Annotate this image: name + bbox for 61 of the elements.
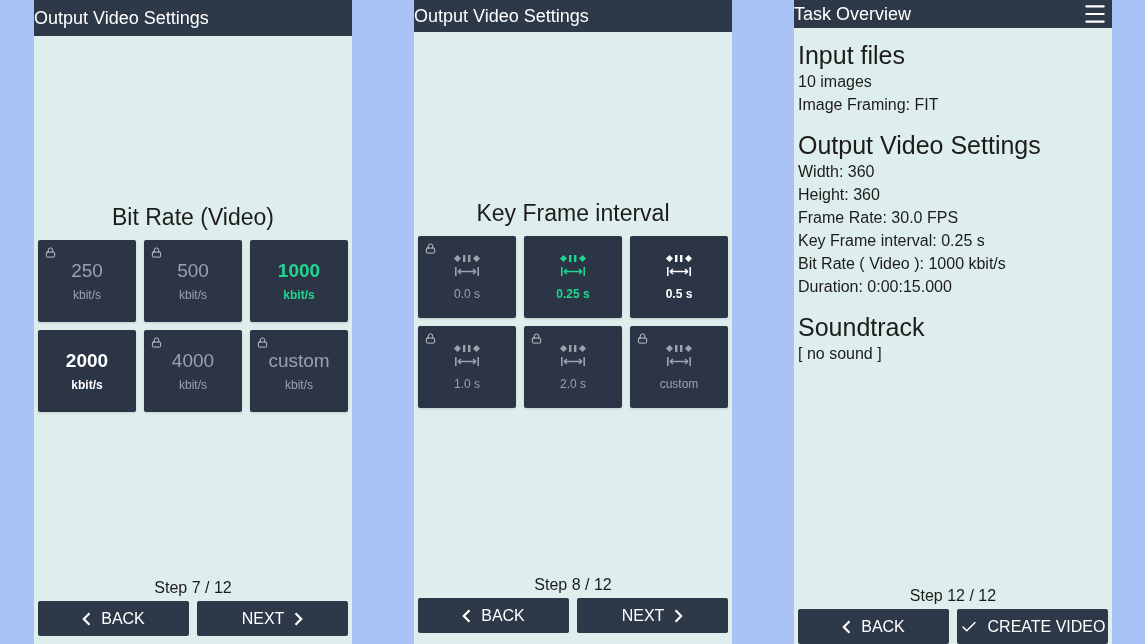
info-line: Key Frame interval: 0.25 s	[798, 231, 986, 251]
option-tile[interactable]: 500 kbit/s	[144, 240, 242, 322]
option-tile[interactable]: 1.0 s	[418, 326, 516, 408]
info-line: Bit Rate ( Video ): 1000 kbit/s	[798, 254, 1007, 274]
info-line: Height: 360	[798, 185, 881, 205]
section-heading: Output Video Settings	[798, 130, 1042, 160]
screen-title: Output Video Settings	[414, 7, 589, 25]
option-tile[interactable]: 0.25 s	[524, 236, 622, 318]
option-value: custom	[268, 351, 330, 370]
back-button[interactable]: BACK	[798, 609, 949, 644]
option-unit: kbit/s	[179, 379, 207, 391]
option-value: 500	[177, 261, 209, 280]
option-heading: Key Frame interval	[475, 199, 671, 228]
option-value: 1000	[277, 261, 321, 280]
option-tile[interactable]: 2.0 s	[524, 326, 622, 408]
option-value: 2.0 s	[560, 378, 586, 390]
option-unit: kbit/s	[73, 289, 101, 301]
option-unit: kbit/s	[285, 379, 313, 391]
option-value: 0.25 s	[556, 288, 590, 300]
option-value: 0.5 s	[665, 288, 693, 300]
info-line: Duration: 0:00:15.000	[798, 277, 953, 297]
info-line: Width: 360	[798, 162, 876, 182]
option-tile[interactable]: custom kbit/s	[250, 330, 348, 412]
option-value: 0.0 s	[454, 288, 480, 300]
option-value: 4000	[171, 351, 215, 370]
option-tile[interactable]: 250 kbit/s	[38, 240, 136, 322]
option-heading: Bit Rate (Video)	[111, 203, 275, 232]
info-line: [ no sound ]	[798, 344, 883, 364]
option-value: 2000	[65, 351, 109, 370]
screen-title: Task Overview	[794, 5, 912, 23]
option-unit: kbit/s	[71, 379, 103, 391]
step-indicator: Step 7 / 12	[153, 578, 233, 598]
option-tile[interactable]: 0.5 s	[630, 236, 728, 318]
step-indicator: Step 12 / 12	[908, 586, 998, 606]
next-button[interactable]: NEXT	[197, 601, 348, 636]
chevron-right-icon	[294, 611, 304, 626]
chevron-left-icon	[462, 608, 472, 623]
chevron-left-icon	[842, 619, 852, 634]
option-tile[interactable]: custom	[630, 326, 728, 408]
option-value: 1.0 s	[454, 378, 480, 390]
info-line: 10 images	[798, 72, 873, 92]
screen-title: Output Video Settings	[34, 9, 209, 27]
create-button[interactable]: CREATE VIDEO	[957, 609, 1108, 644]
option-tile[interactable]: 2000 kbit/s	[38, 330, 136, 412]
info-line: Frame Rate: 30.0 FPS	[798, 208, 960, 228]
option-unit: kbit/s	[283, 289, 315, 301]
option-tile[interactable]: 1000 kbit/s	[250, 240, 348, 322]
back-button[interactable]: BACK	[38, 601, 189, 636]
info-line: Image Framing: FIT	[798, 95, 940, 115]
section-heading: Input files	[798, 40, 906, 70]
option-tile[interactable]: 0.0 s	[418, 236, 516, 318]
section-heading: Soundtrack	[798, 312, 926, 342]
chevron-right-icon	[674, 608, 684, 623]
back-button[interactable]: BACK	[418, 598, 569, 633]
chevron-left-icon	[82, 611, 92, 626]
option-value: 250	[71, 261, 103, 280]
option-tile[interactable]: 4000 kbit/s	[144, 330, 242, 412]
step-indicator: Step 8 / 12	[533, 575, 613, 595]
next-button[interactable]: NEXT	[577, 598, 728, 633]
option-unit: kbit/s	[179, 289, 207, 301]
option-value: custom	[659, 378, 699, 390]
